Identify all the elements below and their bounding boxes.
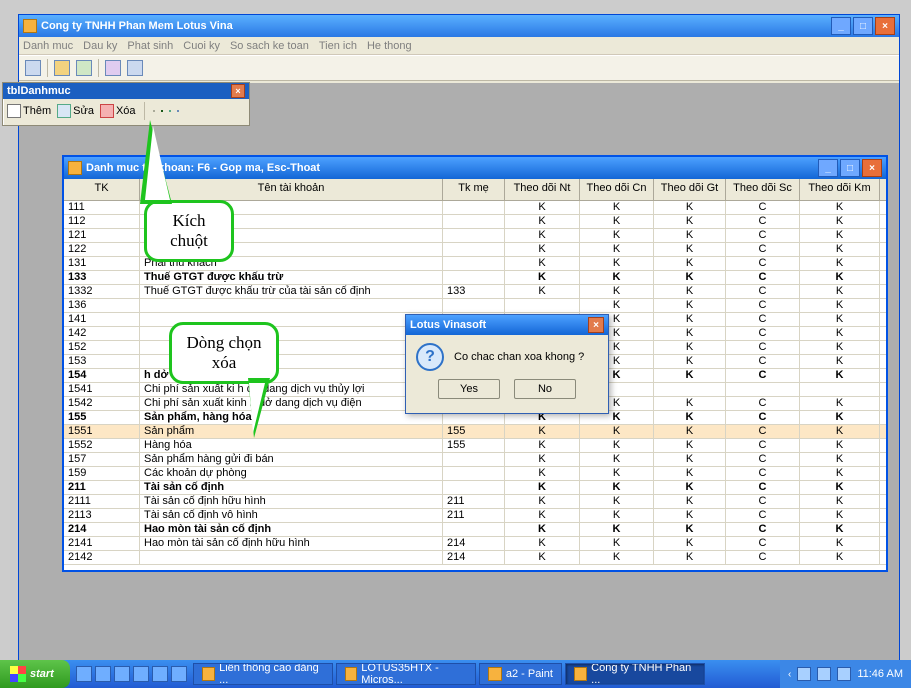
col-sc[interactable]: Theo dõi Sc xyxy=(726,179,800,200)
main-toolbar xyxy=(19,55,899,81)
app-titlebar[interactable]: Cong ty TNHH Phan Mem Lotus Vina _ □ × xyxy=(19,15,899,37)
menu-item[interactable]: He thong xyxy=(367,40,412,52)
tbl-close-button[interactable]: × xyxy=(231,84,245,98)
menu-item[interactable]: Phat sinh xyxy=(127,40,173,52)
window-icon xyxy=(68,161,82,175)
toolbar-icon[interactable] xyxy=(127,60,143,76)
dialog-titlebar[interactable]: Lotus Vinasoft × xyxy=(406,315,608,335)
app-icon xyxy=(23,19,37,33)
table-row[interactable]: 157Sản phẩm hàng gửi đi bánKKKCK xyxy=(64,453,886,467)
taskbar-task[interactable]: a2 - Paint xyxy=(479,663,562,685)
callout-kich-chuot: Kích chuột xyxy=(144,200,234,262)
clock[interactable]: 11:46 AM xyxy=(857,668,903,680)
sua-button[interactable]: Sửa xyxy=(57,104,94,118)
ql-icon[interactable] xyxy=(152,666,168,682)
grid-header: TK Tên tài khoản Tk mẹ Theo dõi Nt Theo … xyxy=(64,179,886,201)
table-row[interactable]: 1332 Thuế GTGT được khấu trừ của tài sản… xyxy=(64,285,886,299)
menu-item[interactable]: Dau ky xyxy=(83,40,117,52)
menu-item[interactable]: So sach ke toan xyxy=(230,40,309,52)
taskbar: start Liên thông cao đẳng ...LOTUS35HTX … xyxy=(0,660,911,688)
close-button[interactable]: × xyxy=(875,17,895,35)
col-ten[interactable]: Tên tài khoản xyxy=(140,179,443,200)
task-icon xyxy=(574,667,587,681)
taskbar-task[interactable]: Cong ty TNHH Phan ... xyxy=(565,663,705,685)
minimize-button[interactable]: _ xyxy=(831,17,851,35)
task-icon xyxy=(488,667,502,681)
toolbar-icon[interactable] xyxy=(153,110,155,112)
inner-close-button[interactable]: × xyxy=(862,159,882,177)
table-row[interactable]: 1552 Hàng hóa155KKKCK xyxy=(64,439,886,453)
toolbar-icon[interactable] xyxy=(25,60,41,76)
tray-icon[interactable] xyxy=(817,667,831,681)
maximize-button[interactable]: □ xyxy=(853,17,873,35)
table-row[interactable]: 214Hao mòn tài sản cố địnhKKKCK xyxy=(64,523,886,537)
ql-icon[interactable] xyxy=(133,666,149,682)
col-cn[interactable]: Theo dõi Cn xyxy=(580,179,654,200)
menu-item[interactable]: Cuoi ky xyxy=(183,40,220,52)
ql-icon[interactable] xyxy=(76,666,92,682)
task-icon xyxy=(202,667,215,681)
table-row[interactable]: 2113 Tài sản cố định vô hình211KKKCK xyxy=(64,509,886,523)
inner-title-text: Danh muc tai khoan: F6 - Gop ma, Esc-Tho… xyxy=(86,162,818,174)
toolbar-icon[interactable] xyxy=(177,110,179,112)
dialog-message: Co chac chan xoa khong ? xyxy=(454,351,584,363)
toolbar-icon[interactable] xyxy=(169,110,171,112)
inner-maximize-button[interactable]: □ xyxy=(840,159,860,177)
menu-item[interactable]: Danh muc xyxy=(23,40,73,52)
windows-logo-icon xyxy=(10,666,26,682)
ql-icon[interactable] xyxy=(171,666,187,682)
system-tray[interactable]: ‹ 11:46 AM xyxy=(780,660,911,688)
table-row[interactable]: 2141 Hao mòn tài sản cố định hữu hình214… xyxy=(64,537,886,551)
start-button[interactable]: start xyxy=(0,660,70,688)
quick-launch xyxy=(76,666,187,682)
table-row[interactable]: 159Các khoản dự phòngKKKCK xyxy=(64,467,886,481)
toolbar-icon[interactable] xyxy=(105,60,121,76)
callout-tail xyxy=(248,378,270,438)
table-row[interactable]: 2111 Tài sản cố định hữu hình211KKKCK xyxy=(64,495,886,509)
col-nt[interactable]: Theo dõi Nt xyxy=(505,179,580,200)
tray-icon[interactable] xyxy=(797,667,811,681)
dialog-close-button[interactable]: × xyxy=(588,317,604,333)
taskbar-task[interactable]: LOTUS35HTX - Micros... xyxy=(336,663,476,685)
table-row[interactable]: 133Thuế GTGT được khấu trừKKKCK xyxy=(64,271,886,285)
col-gt[interactable]: Theo dõi Gt xyxy=(654,179,726,200)
xoa-button[interactable]: Xóa xyxy=(100,104,136,118)
col-me[interactable]: Tk mẹ xyxy=(443,179,505,200)
excel-icon[interactable] xyxy=(161,110,163,112)
ql-icon[interactable] xyxy=(114,666,130,682)
tbl-title-text: tblDanhmuc xyxy=(7,85,71,97)
question-icon: ? xyxy=(416,343,444,371)
tray-icon[interactable] xyxy=(837,667,851,681)
inner-minimize-button[interactable]: _ xyxy=(818,159,838,177)
toolbar-icon[interactable] xyxy=(76,60,92,76)
col-km[interactable]: Theo dõi Km xyxy=(800,179,880,200)
callout-tail xyxy=(140,120,172,204)
tbl-title[interactable]: tblDanhmuc × xyxy=(3,83,249,99)
ql-icon[interactable] xyxy=(95,666,111,682)
menu-item[interactable]: Tien ich xyxy=(319,40,357,52)
no-button[interactable]: No xyxy=(514,379,576,399)
tbl-danhmuc-panel: tblDanhmuc × Thêm Sửa Xóa xyxy=(2,82,250,126)
dialog-title-text: Lotus Vinasoft xyxy=(410,319,486,331)
table-row[interactable]: 136KKCK xyxy=(64,299,886,313)
callout-dong-chon-xoa: Dòng chọn xóa xyxy=(169,322,279,384)
task-icon xyxy=(345,667,357,681)
taskbar-task[interactable]: Liên thông cao đẳng ... xyxy=(193,663,333,685)
tray-chevron-icon[interactable]: ‹ xyxy=(788,669,791,680)
table-row[interactable]: 2142214KKKCK xyxy=(64,551,886,565)
toolbar-icon[interactable] xyxy=(54,60,70,76)
app-title: Cong ty TNHH Phan Mem Lotus Vina xyxy=(41,20,831,32)
table-row[interactable]: 1551 Sản phẩm155KKKCK xyxy=(64,425,886,439)
yes-button[interactable]: Yes xyxy=(438,379,500,399)
them-button[interactable]: Thêm xyxy=(7,104,51,118)
confirm-dialog: Lotus Vinasoft × ? Co chac chan xoa khon… xyxy=(405,314,609,414)
col-tk[interactable]: TK xyxy=(64,179,140,200)
inner-titlebar[interactable]: Danh muc tai khoan: F6 - Gop ma, Esc-Tho… xyxy=(64,157,886,179)
menubar: Danh muc Dau ky Phat sinh Cuoi ky So sac… xyxy=(19,37,899,55)
table-row[interactable]: 211Tài sản cố địnhKKKCK xyxy=(64,481,886,495)
